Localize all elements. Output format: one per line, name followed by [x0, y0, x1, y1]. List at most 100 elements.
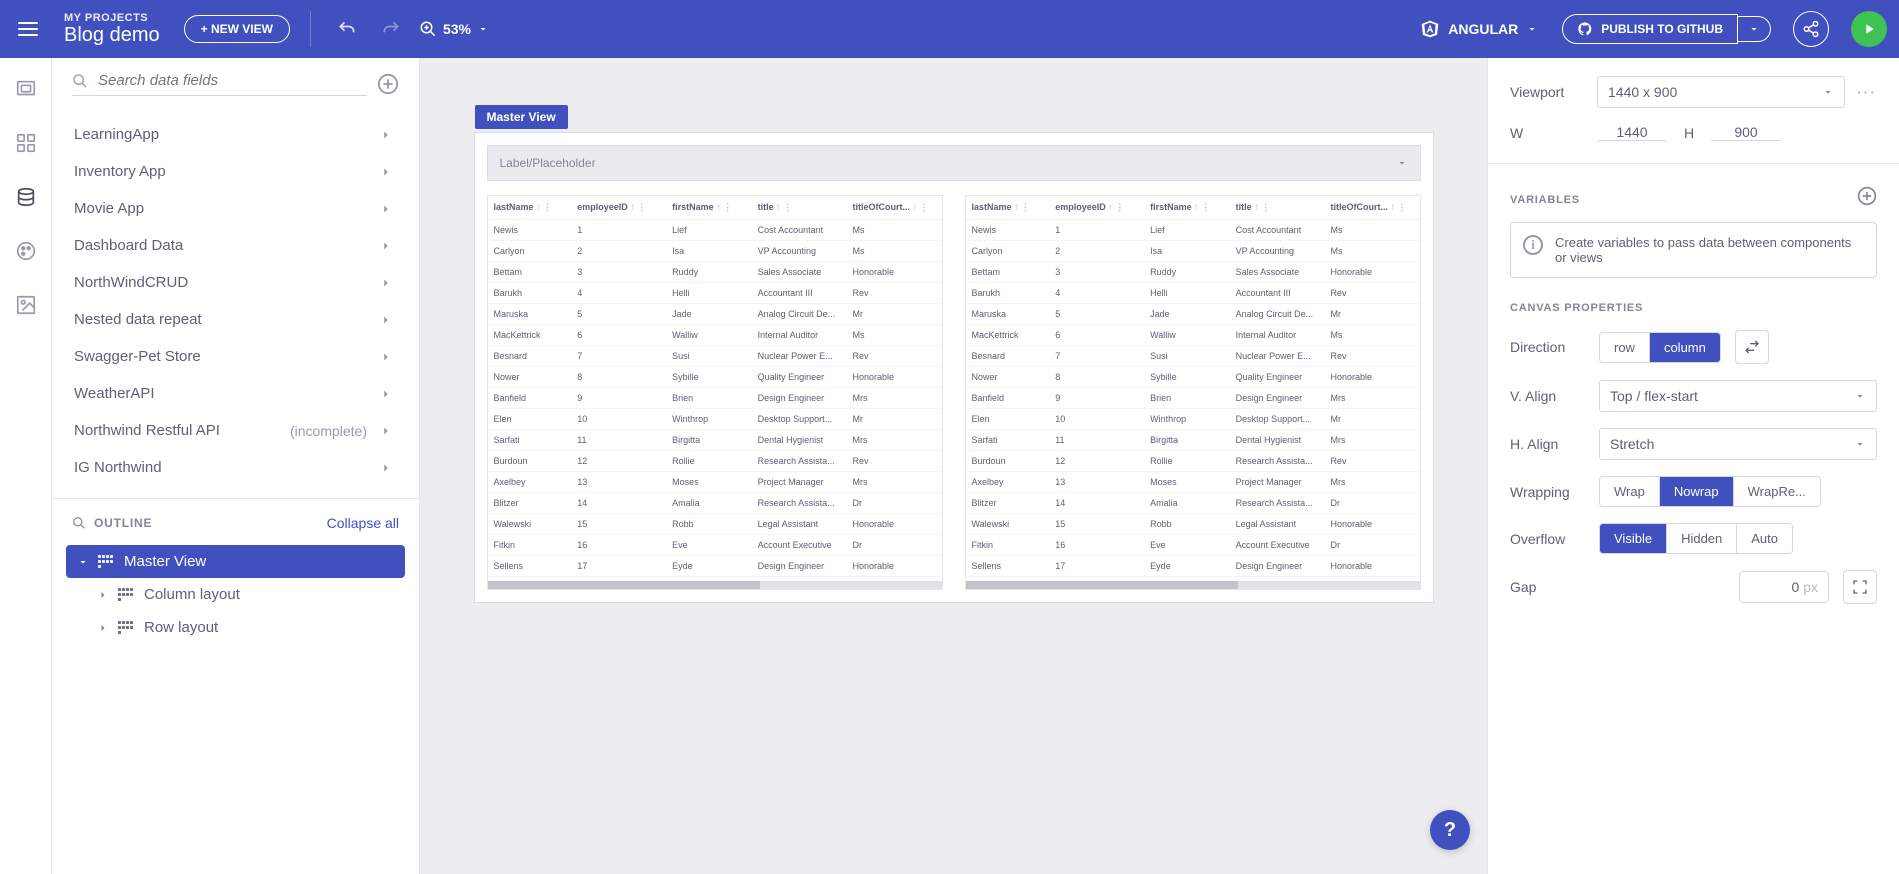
swap-icon [1744, 339, 1760, 355]
halign-label: H. Align [1510, 436, 1585, 452]
canvas-frame[interactable]: Master View Label/Placeholder lastName ↑… [474, 132, 1434, 603]
viewport-select[interactable]: 1440 x 900 [1597, 76, 1845, 108]
width-label: W [1510, 125, 1585, 141]
expand-icon [1852, 579, 1868, 595]
github-icon [1577, 21, 1593, 37]
rail-components-icon[interactable] [13, 130, 39, 156]
collapse-all-link[interactable]: Collapse all [327, 515, 399, 531]
seg-option[interactable]: Wrap [1600, 477, 1660, 506]
viewport-more[interactable]: ··· [1857, 84, 1877, 100]
chevron-down-icon [77, 556, 89, 568]
tree-item[interactable]: Column layout [66, 578, 405, 611]
chevron-down-icon [1396, 157, 1408, 169]
chevron-down-icon [1526, 23, 1538, 35]
canvas-properties-heading: CANVAS PROPERTIES [1510, 302, 1877, 314]
publish-button[interactable]: PUBLISH TO GITHUB [1562, 14, 1738, 44]
grid-component-1[interactable]: lastName ↑ ⋮employeeID ↑ ⋮firstName ↑ ⋮t… [487, 195, 943, 590]
data-source-item[interactable]: NorthWindCRUD [52, 264, 415, 301]
rail-data-icon[interactable] [13, 184, 39, 210]
chevron-down-icon [1854, 438, 1866, 450]
share-button[interactable] [1793, 11, 1829, 47]
gap-label: Gap [1510, 579, 1585, 595]
add-variable-button[interactable] [1857, 186, 1877, 206]
valign-select[interactable]: Top / flex-start [1599, 380, 1877, 412]
share-icon [1802, 20, 1820, 38]
add-datasource-button[interactable] [377, 73, 399, 95]
tool-rail [0, 58, 52, 874]
grid-component-2[interactable]: lastName ↑ ⋮employeeID ↑ ⋮firstName ↑ ⋮t… [965, 195, 1421, 590]
direction-label: Direction [1510, 339, 1585, 355]
topbar: MY PROJECTS Blog demo + NEW VIEW 53% ANG… [0, 0, 1899, 58]
chevron-down-icon [1854, 390, 1866, 402]
left-panel: LearningAppInventory AppMovie AppDashboa… [52, 58, 420, 874]
projects-breadcrumb[interactable]: MY PROJECTS [64, 12, 160, 24]
rail-theme-icon[interactable] [13, 238, 39, 264]
data-source-item[interactable]: IG Northwind [52, 449, 415, 486]
data-source-item[interactable]: WeatherAPI [52, 375, 415, 412]
redo-button[interactable] [375, 13, 407, 45]
data-source-item[interactable]: Dashboard Data [52, 227, 415, 264]
menu-button[interactable] [12, 13, 44, 45]
framework-selector[interactable]: ANGULAR [1420, 19, 1538, 39]
search-icon [72, 73, 88, 89]
data-source-item[interactable]: Swagger-Pet Store [52, 338, 415, 375]
outline-tree: Master View Column layoutRow layout [52, 541, 419, 648]
new-view-button[interactable]: + NEW VIEW [184, 15, 290, 43]
data-source-item[interactable]: Northwind Restful API(incomplete) [52, 412, 415, 449]
seg-option[interactable]: row [1600, 333, 1650, 362]
variables-hint: i Create variables to pass data between … [1510, 222, 1877, 278]
viewport-label: Viewport [1510, 84, 1585, 100]
gap-expand-button[interactable] [1843, 570, 1877, 604]
height-input[interactable] [1711, 124, 1781, 141]
scrollbar[interactable] [966, 581, 1420, 589]
layout-icon [98, 555, 116, 569]
search-box[interactable] [72, 72, 367, 96]
halign-select[interactable]: Stretch [1599, 428, 1877, 460]
data-source-item[interactable]: Inventory App [52, 153, 415, 190]
canvas-area[interactable]: Master View Label/Placeholder lastName ↑… [420, 58, 1487, 874]
overflow-segmented: VisibleHiddenAuto [1599, 523, 1793, 554]
chevron-down-icon [477, 23, 489, 35]
height-label: H [1679, 125, 1699, 141]
project-name: Blog demo [64, 24, 160, 47]
tree-item[interactable]: Row layout [66, 611, 405, 644]
help-button[interactable]: ? [1430, 810, 1470, 850]
data-source-item[interactable]: LearningApp [52, 116, 415, 153]
rail-assets-icon[interactable] [13, 292, 39, 318]
publish-dropdown[interactable] [1738, 16, 1771, 42]
preview-button[interactable] [1851, 11, 1887, 47]
zoom-control[interactable]: 53% [419, 20, 489, 38]
search-icon [72, 516, 86, 530]
data-source-item[interactable]: Movie App [52, 190, 415, 227]
gap-input[interactable]: 0 px [1739, 571, 1829, 603]
valign-label: V. Align [1510, 388, 1585, 404]
seg-option[interactable]: Visible [1600, 524, 1667, 553]
angular-icon [1420, 19, 1440, 39]
data-sources-list: LearningAppInventory AppMovie AppDashboa… [52, 104, 421, 499]
seg-option[interactable]: column [1650, 333, 1720, 362]
tree-item-master-view[interactable]: Master View [66, 545, 405, 578]
wrapping-segmented: WrapNowrapWrapRe... [1599, 476, 1821, 507]
overflow-label: Overflow [1510, 531, 1585, 547]
rail-views-icon[interactable] [13, 76, 39, 102]
wrapping-label: Wrapping [1510, 484, 1585, 500]
seg-option[interactable]: Nowrap [1660, 477, 1734, 506]
canvas-view-label[interactable]: Master View [475, 105, 568, 129]
seg-option[interactable]: Hidden [1667, 524, 1737, 553]
data-source-item[interactable]: Nested data repeat [52, 301, 415, 338]
scrollbar[interactable] [488, 581, 942, 589]
play-icon [1861, 21, 1877, 37]
width-input[interactable] [1597, 124, 1667, 141]
variables-heading: VARIABLES [1510, 194, 1580, 206]
search-input[interactable] [98, 72, 367, 89]
swap-direction-button[interactable] [1735, 330, 1769, 364]
chevron-down-icon [1822, 86, 1834, 98]
direction-segmented: rowcolumn [1599, 332, 1721, 363]
undo-button[interactable] [331, 13, 363, 45]
seg-option[interactable]: WrapRe... [1734, 477, 1820, 506]
seg-option[interactable]: Auto [1737, 524, 1792, 553]
zoom-icon [419, 20, 437, 38]
placeholder-dropdown[interactable]: Label/Placeholder [487, 145, 1421, 181]
project-info: MY PROJECTS Blog demo [64, 12, 160, 47]
info-icon: i [1523, 235, 1543, 255]
